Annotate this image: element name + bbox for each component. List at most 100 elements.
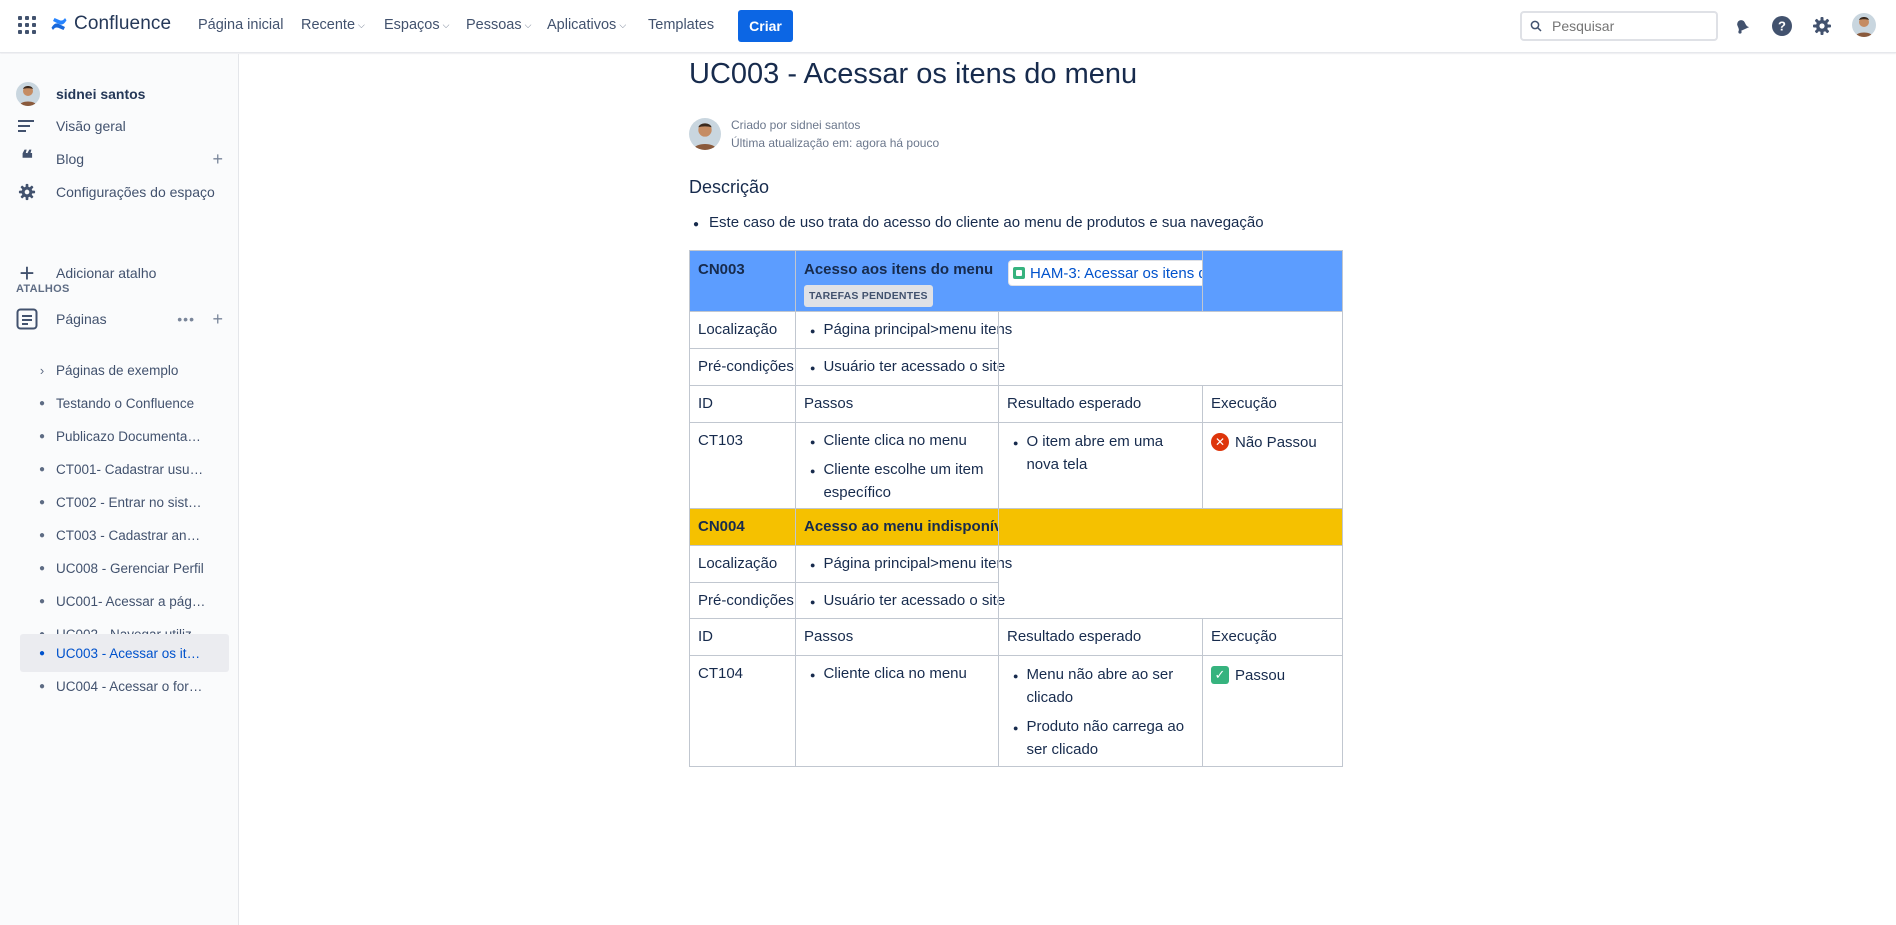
bullet-icon: ● [38, 647, 46, 659]
scenario-id: CN004 [698, 518, 745, 535]
search-box[interactable] [1520, 11, 1718, 41]
table-cell: Localização [689, 545, 796, 583]
chevron-down-icon: ⌵ [619, 20, 627, 30]
sidebar-item-overview[interactable]: Visão geral [16, 115, 126, 137]
table-cell: Passos [795, 385, 999, 423]
preconditions-label: Pré-condições [698, 592, 794, 609]
test-case-id: CT104 [698, 665, 744, 682]
bullet-icon: ● [38, 595, 46, 607]
chevron-right-icon[interactable]: › [34, 363, 50, 378]
nav-recent[interactable]: Recente ⌵ [301, 17, 365, 33]
gear-icon [16, 181, 38, 203]
table-cell: Acesso ao menu indisponível [795, 508, 1015, 546]
table-cell: ✓ Passou [1202, 655, 1343, 767]
last-updated: Última atualização em: agora há pouco [731, 136, 940, 150]
quote-icon: ❝ [21, 146, 33, 172]
space-owner[interactable]: sidnei santos [16, 82, 145, 106]
table-cell: ID [689, 385, 796, 423]
list-item: ● Produto não carrega ao ser clicado [1013, 718, 1185, 758]
jira-story-icon [1013, 267, 1025, 279]
avatar [16, 82, 40, 106]
sidebar-item-label: Visão geral [56, 118, 126, 134]
description-heading: Descrição [689, 177, 770, 197]
table-cell: ● O item abre em uma nova tela [998, 422, 1203, 509]
table-cell: Pré-condições [689, 348, 796, 386]
list-item: ● Cliente escolhe um item específico [810, 461, 984, 501]
notification-bell-icon[interactable] [1731, 15, 1753, 37]
table-cell: ● Página principal>menu itens [795, 311, 1012, 349]
test-case-id: CT103 [698, 432, 744, 449]
bullet-icon: ● [38, 430, 46, 442]
location-label: Localização [698, 555, 778, 572]
table-cell: CT104 [689, 655, 796, 767]
create-button[interactable]: Criar [738, 10, 793, 42]
page-tree-item[interactable]: ● UC004 - Acessar o formulário [20, 667, 229, 705]
table-cell: ID [689, 618, 796, 656]
execution-status: ✓ Passou [1211, 666, 1285, 684]
nav-apps[interactable]: Aplicativos ⌵ [547, 17, 626, 33]
bullet-icon: ● [38, 397, 46, 409]
table-cell: ● Cliente clica no menu [795, 655, 999, 767]
table-cell: ● Menu não abre ao ser clicado ● Produto n… [998, 655, 1203, 767]
location-label: Localização [698, 321, 778, 338]
chevron-down-icon: ⌵ [442, 20, 450, 30]
list-item: ● Menu não abre ao ser clicado [1013, 666, 1174, 706]
table-cell: Resultado esperado [998, 618, 1203, 656]
table-cell [998, 311, 1343, 386]
table-cell: CN004 [689, 508, 796, 546]
search-icon [1530, 20, 1542, 32]
error-cross-icon: ✕ [1211, 433, 1229, 451]
bullet-icon: ● [38, 496, 46, 508]
sidebar-item-blog[interactable]: ❝ Blog + [16, 146, 223, 172]
brand-name: Confluence [74, 13, 172, 34]
table-cell: ● Cliente clica no menu ● Cliente escolhe … [795, 422, 999, 509]
chevron-down-icon: ⌵ [358, 20, 365, 30]
nav-spaces[interactable]: Espaços ⌵ [384, 17, 449, 33]
avatar[interactable] [689, 118, 721, 150]
list-item: ● Cliente clica no menu [810, 665, 967, 682]
scenario-title: Acesso ao menu indisponível [804, 518, 1015, 535]
add-blog-plus-icon[interactable]: + [212, 149, 223, 170]
sidebar-item-label: Páginas [56, 311, 107, 327]
add-shortcut-button[interactable]: + Adicionar atalho [16, 258, 157, 288]
nav-home[interactable]: Página inicial [198, 17, 283, 33]
settings-gear-icon[interactable] [1811, 15, 1833, 37]
user-avatar[interactable] [1852, 13, 1876, 37]
created-by: Criado por sidnei santos [731, 118, 861, 132]
search-input[interactable] [1550, 17, 1704, 35]
sidebar-item-pages[interactable]: Páginas ••• + [16, 308, 223, 330]
table-cell: Passos [795, 618, 999, 656]
table-cell: Execução [1202, 618, 1343, 656]
app-switcher-icon[interactable] [18, 16, 36, 34]
chevron-down-icon: ⌵ [524, 20, 532, 30]
table-cell [998, 545, 1343, 619]
add-shortcut-label: Adicionar atalho [56, 265, 157, 281]
table-cell: ✕ Não Passou [1202, 422, 1343, 509]
page-content: UC003 - Acessar os itens do menu Criado … [240, 54, 1896, 925]
scenario-title: Acesso aos itens do menu [804, 261, 994, 278]
table-cell: Acesso aos itens do menu HAM-3: Acessar … [795, 250, 1263, 312]
sidebar-item-space-settings[interactable]: Configurações do espaço [16, 181, 215, 203]
sidebar-item-label: Blog [56, 151, 85, 167]
sidebar-item-label: Configurações do espaço [56, 184, 215, 200]
help-icon[interactable]: ? [1771, 15, 1793, 37]
confluence-logo-icon [51, 18, 67, 30]
scenario-id: CN003 [698, 261, 745, 278]
nav-templates[interactable]: Templates [648, 17, 714, 33]
pages-icon [16, 308, 38, 330]
nav-people[interactable]: Pessoas ⌵ [466, 17, 531, 33]
top-navigation: Confluence Página inicial Recente ⌵ Espaç… [0, 0, 1896, 53]
svg-text:?: ? [1778, 19, 1786, 34]
bullet-icon: ● [38, 562, 46, 574]
table-cell: CN003 [689, 250, 796, 312]
table-cell: ● Página principal>menu itens [795, 545, 1012, 583]
list-item: ● O item abre em uma nova tela [1013, 433, 1164, 473]
bullet-icon: ● [38, 680, 46, 692]
bullet-icon: ● [38, 529, 46, 541]
table-cell: Execução [1202, 385, 1343, 423]
confluence-logo[interactable]: Confluence [50, 13, 171, 35]
create-page-plus-icon[interactable]: + [212, 309, 223, 330]
more-actions-icon[interactable]: ••• [177, 311, 195, 327]
list-item: ● Cliente clica no menu [810, 432, 967, 449]
description-list: ● Este caso de uso trata do acesso do cli… [689, 214, 1264, 231]
